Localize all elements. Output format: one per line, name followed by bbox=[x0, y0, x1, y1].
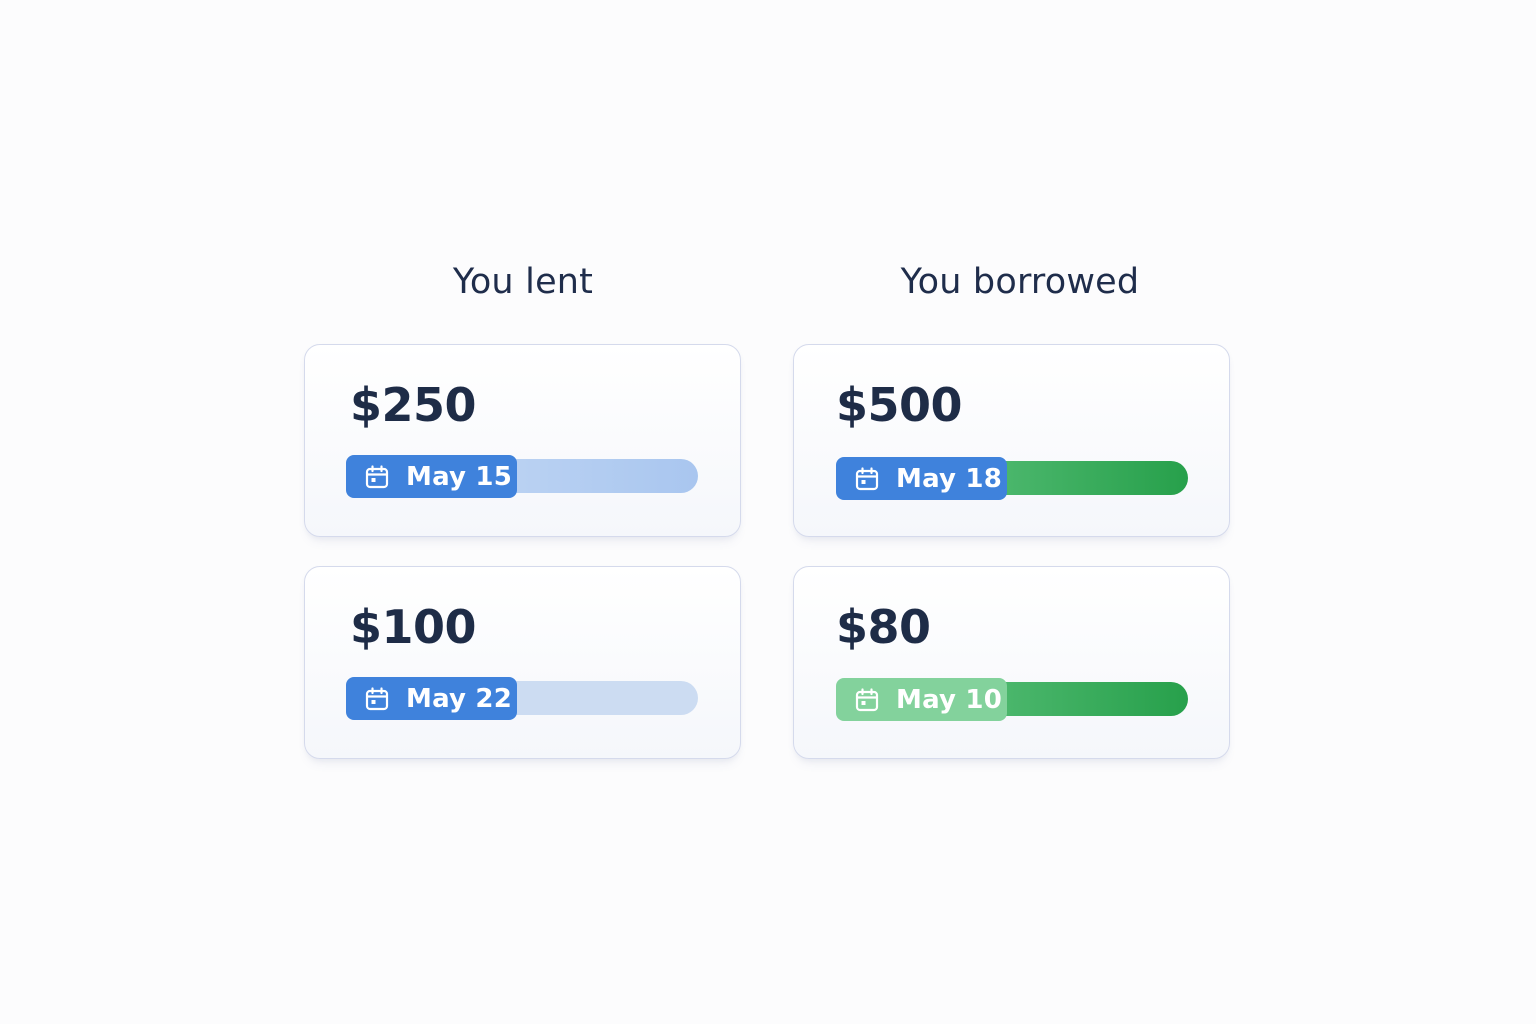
due-date-badge: May 18 bbox=[836, 457, 1007, 500]
lent-amount: $250 bbox=[350, 378, 477, 432]
due-date-badge: May 22 bbox=[346, 677, 517, 720]
lent-amount: $100 bbox=[350, 600, 477, 654]
due-date-label: May 18 bbox=[896, 463, 1002, 494]
calendar-icon bbox=[855, 466, 879, 490]
you-borrowed-heading: You borrowed bbox=[900, 262, 1140, 302]
lent-card[interactable]: $100 May 22 bbox=[304, 566, 741, 759]
due-date-label: May 22 bbox=[406, 683, 512, 714]
borrowed-card[interactable]: $80 May 10 bbox=[793, 566, 1230, 759]
calendar-icon bbox=[365, 464, 389, 488]
calendar-icon bbox=[855, 687, 879, 711]
borrowed-amount: $500 bbox=[836, 378, 963, 432]
due-date-label: May 10 bbox=[896, 684, 1002, 715]
borrowed-card[interactable]: $500 May 18 bbox=[793, 344, 1230, 537]
lent-card[interactable]: $250 May 15 bbox=[304, 344, 741, 537]
due-date-label: May 15 bbox=[406, 461, 512, 492]
you-lent-heading: You lent bbox=[452, 262, 594, 302]
due-date-badge: May 15 bbox=[346, 455, 517, 498]
due-date-badge: May 10 bbox=[836, 678, 1007, 721]
borrowed-amount: $80 bbox=[836, 600, 931, 654]
calendar-icon bbox=[365, 686, 389, 710]
